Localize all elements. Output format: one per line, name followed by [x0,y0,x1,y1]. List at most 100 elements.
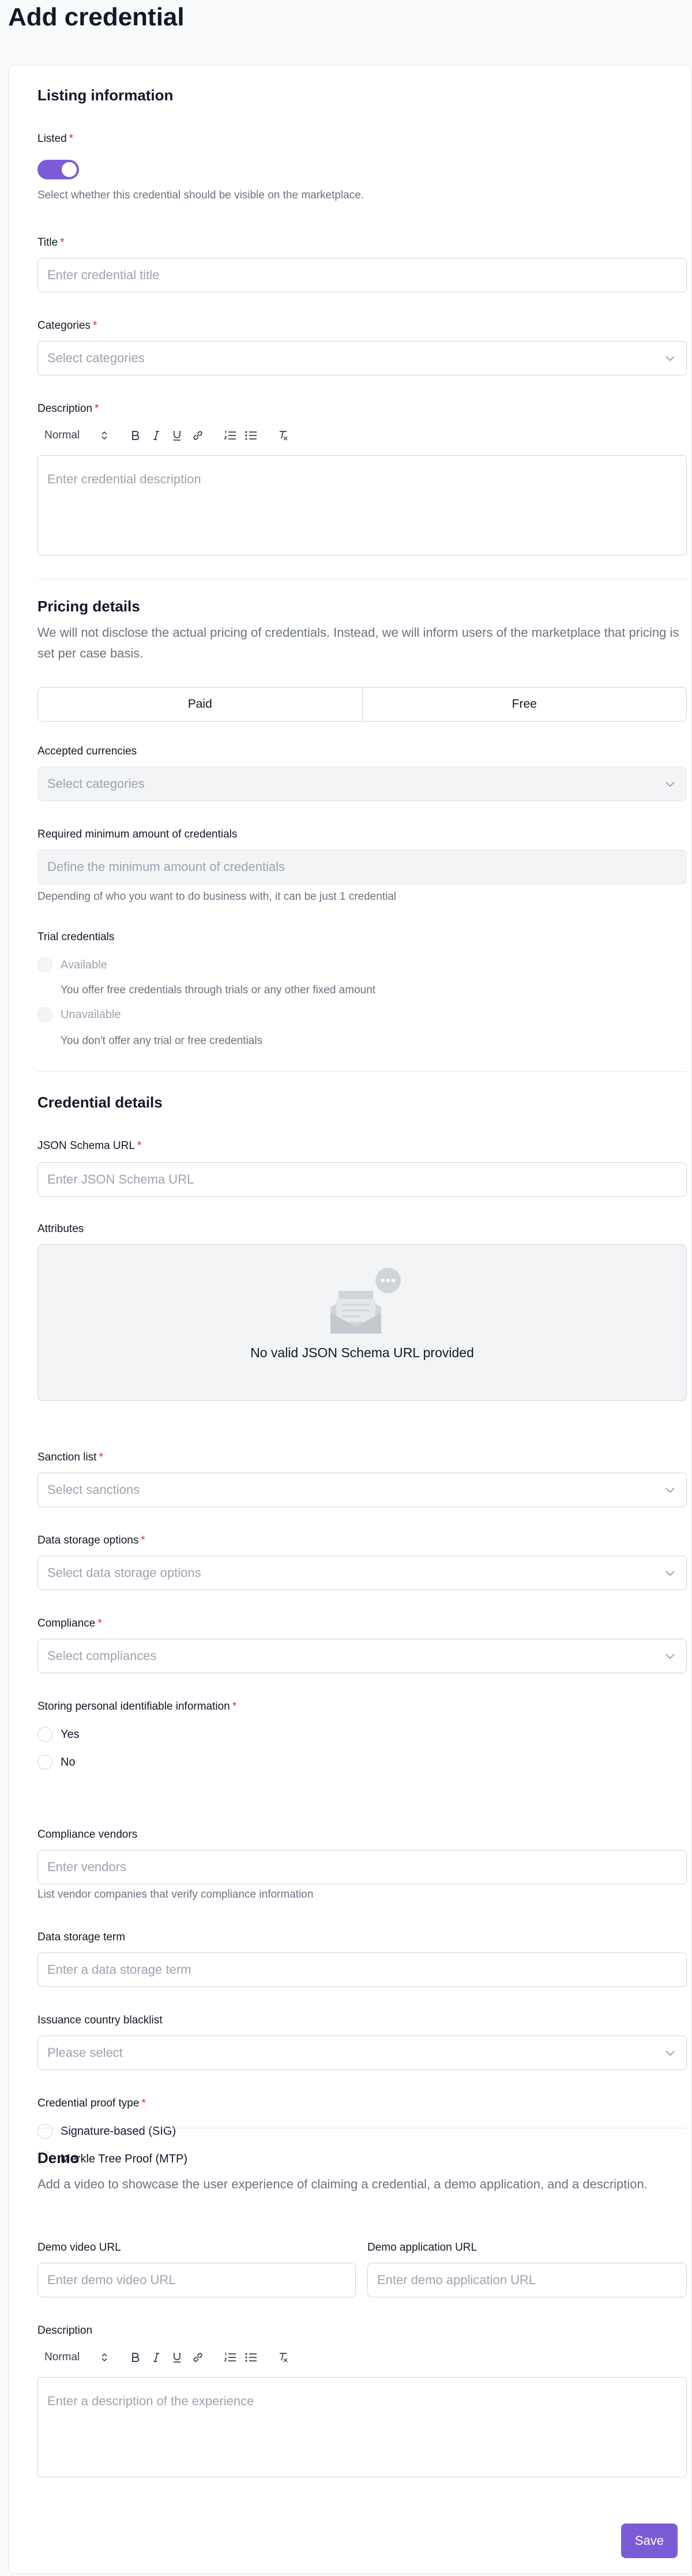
trial-unavailable-label: Unavailable [61,1008,121,1021]
trial-unavailable-option[interactable]: Unavailable [37,1005,687,1024]
demo-desc-editor[interactable]: Enter a description of the experience [37,2377,687,2477]
compliance-placeholder: Select compliances [47,1649,157,1663]
proof-sig-label: Signature-based (SIG) [61,2124,176,2138]
attributes-empty-text: No valid JSON Schema URL provided [250,1345,474,1360]
link-icon[interactable] [187,2348,208,2367]
listed-toggle[interactable] [37,160,79,179]
text-style-select[interactable]: Normal [37,429,125,442]
italic-icon[interactable] [146,2348,167,2367]
minimum-label: Required minimum amount of credentials [37,828,238,840]
demo-video-input[interactable]: Enter demo video URL [37,2263,356,2297]
link-icon[interactable] [187,426,208,445]
compliance-select[interactable]: Select compliances [37,1639,687,1673]
trial-available-option[interactable]: Available [37,956,687,974]
trial-available-label: Available [61,958,107,971]
proof-label: Credential proof type * [37,2097,687,2111]
categories-select[interactable]: Select categories [37,341,687,375]
empty-inbox-icon [330,1268,401,1334]
required-marker: * [97,1617,102,1629]
pricing-description: We will not disclose the actual pricing … [37,625,679,660]
credential-section-title: Credential details [37,1094,163,1111]
toggle-knob [62,162,77,177]
radio-button[interactable] [37,2124,52,2139]
minimum-placeholder: Define the minimum amount of credentials [47,859,285,874]
text-style-value: Normal [44,429,80,441]
minimum-input[interactable]: Define the minimum amount of credentials [37,850,687,884]
trial-label: Trial credentials [37,931,115,943]
description-placeholder: Enter credential description [47,472,201,486]
blacklist-select[interactable]: Please select [37,2036,687,2070]
text-style-select[interactable]: Normal [37,2351,125,2364]
italic-icon[interactable] [146,426,167,445]
blacklist-label: Issuance country blacklist [37,2014,163,2026]
clear-format-icon[interactable] [273,426,294,445]
description-editor[interactable]: Enter credential description [37,455,687,555]
description-label-text: Description [37,403,93,415]
demo-app-input[interactable]: Enter demo application URL [367,2263,687,2297]
schema-placeholder: Enter JSON Schema URL [47,1172,194,1186]
trial-unavailable-help: You don't offer any trial or free creden… [61,1035,263,1047]
vendors-input[interactable]: Enter vendors [37,1850,687,1884]
storage-label-text: Data storage options [37,1534,139,1546]
schema-url-input[interactable]: Enter JSON Schema URL [37,1162,687,1197]
pii-yes-option[interactable]: Yes [37,1725,687,1744]
schema-label-text: JSON Schema URL [37,1140,135,1152]
save-button[interactable]: Save [621,2524,678,2558]
attributes-empty-state: No valid JSON Schema URL provided [37,1244,687,1401]
pii-label-text: Storing personal identifiable informatio… [37,1700,230,1713]
term-input[interactable]: Enter a data storage term [37,1952,687,1987]
underline-icon[interactable] [167,2348,187,2367]
chevron-down-icon [665,1488,675,1493]
bullet-list-icon[interactable] [240,2348,261,2367]
pricing-section-title: Pricing details [37,598,140,615]
proof-label-text: Credential proof type [37,2097,140,2109]
storage-placeholder: Select data storage options [47,1565,201,1580]
pii-no-option[interactable]: No [37,1753,687,1771]
compliance-label-text: Compliance [37,1617,96,1629]
bold-icon[interactable] [125,2348,146,2367]
demo-section-title: Demo [37,2149,80,2166]
radio-button[interactable] [37,1727,52,1742]
sanction-select[interactable]: Select sanctions [37,1473,687,1507]
required-marker: * [60,236,65,249]
sanction-label-text: Sanction list [37,1451,97,1463]
pricing-option-free[interactable]: Free [362,688,687,721]
required-marker: * [99,1451,103,1463]
radio-button[interactable] [37,1755,52,1770]
storage-select[interactable]: Select data storage options [37,1556,687,1590]
attributes-label: Attributes [37,1223,84,1235]
demo-video-label: Demo video URL [37,2241,121,2254]
currencies-label: Accepted currencies [37,745,137,757]
ordered-list-icon[interactable] [220,2348,240,2367]
bold-icon[interactable] [125,426,146,445]
clear-format-icon[interactable] [273,2348,294,2367]
listed-label-text: Listed [37,133,67,145]
title-label: Title * [37,236,687,250]
currencies-select[interactable]: Select categories [37,767,687,801]
demo-app-label: Demo application URL [367,2241,477,2254]
radio-button[interactable] [37,1007,52,1022]
ordered-list-icon[interactable] [220,426,240,445]
pii-yes-label: Yes [61,1728,80,1741]
required-marker: * [141,1534,145,1546]
pricing-option-paid[interactable]: Paid [38,688,362,721]
proof-sig-option[interactable]: Signature-based (SIG) [37,2122,687,2141]
demo-desc-label: Description [37,2325,93,2337]
compliance-label: Compliance * [37,1617,687,1631]
bullet-list-icon[interactable] [240,426,261,445]
required-marker: * [95,403,99,415]
minimum-help: Depending of who you want to do business… [37,891,397,903]
chevron-down-icon [665,782,675,787]
description-toolbar: Normal [37,425,687,446]
pricing-type-toggle: Paid Free [37,687,687,722]
demo-app-placeholder: Enter demo application URL [377,2273,536,2287]
schema-label: JSON Schema URL * [37,1139,687,1153]
title-input[interactable]: Enter credential title [37,258,687,292]
underline-icon[interactable] [167,426,187,445]
chevron-down-icon [665,2051,675,2056]
storage-label: Data storage options * [37,1534,687,1548]
title-label-text: Title [37,236,58,249]
radio-button[interactable] [37,957,52,972]
required-marker: * [137,1140,142,1152]
section-divider [37,1071,687,1072]
